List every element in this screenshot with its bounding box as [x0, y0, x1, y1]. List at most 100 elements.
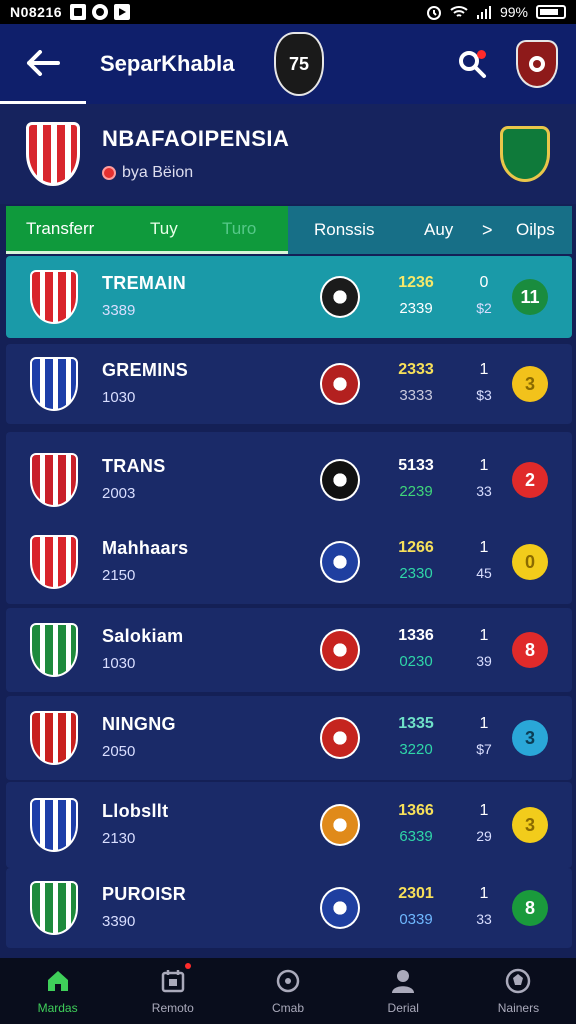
list-item[interactable]: NINGNG 2050 1335 3220 1 $7 3	[6, 696, 572, 780]
nav-item-target[interactable]: Cmab	[230, 958, 345, 1024]
tab-transfer[interactable]: Transferr	[26, 219, 150, 239]
score-top: 1236	[398, 274, 434, 291]
club-name: Llobsllt	[102, 801, 169, 821]
nav-item-ball[interactable]: Nainers	[461, 958, 576, 1024]
club-badge-icon	[529, 56, 545, 72]
club-value: 2003	[102, 485, 136, 502]
team-crest-logo: 75	[274, 32, 324, 96]
search-button[interactable]	[452, 44, 492, 84]
league-info: NBAFAOIPENSIA bya Bëion	[102, 126, 289, 182]
rank-badge: 0	[512, 544, 548, 580]
opponent-crest-icon	[320, 887, 360, 929]
club-info: Salokiam 1030	[102, 626, 183, 672]
tab-ronssis[interactable]: Ronssis	[314, 220, 424, 240]
club-info: Llobsllt 2130	[102, 801, 168, 847]
score-column: 5133 2239	[390, 457, 442, 500]
calendar-icon	[159, 963, 191, 995]
stat-top: 1	[479, 802, 489, 819]
status-bar: N08216 99%	[0, 0, 576, 24]
club-name: TREMAIN	[102, 273, 187, 293]
country-flag-icon	[102, 166, 116, 180]
league-header: NBAFAOIPENSIA bya Bëion	[0, 104, 576, 204]
club-value: 2050	[102, 743, 136, 760]
list-item[interactable]: TREMAIN 3389 1236 2339 0 $2 11	[6, 256, 572, 338]
sync-icon	[92, 4, 109, 20]
tab-oilps[interactable]: Oilps	[516, 220, 555, 240]
score-bottom: 3333	[399, 387, 433, 404]
score-bottom: 6339	[399, 828, 433, 845]
club-crest-icon	[30, 357, 78, 411]
alarm-icon	[426, 6, 441, 20]
tab-scroll-chevron-icon[interactable]: >	[482, 220, 516, 241]
stat-top: 0	[479, 274, 489, 291]
stat-column: 0 $2	[464, 274, 504, 316]
list-item[interactable]: Salokiam 1030 1336 0230 1 39 8	[6, 608, 572, 692]
list-item[interactable]: GREMINS 1030 2333 3333 1 $3 3	[6, 344, 572, 424]
stat-bottom: $3	[476, 387, 492, 403]
score-top: 5133	[398, 457, 434, 474]
stat-column: 1 33	[464, 885, 504, 927]
club-crest-icon	[30, 798, 78, 852]
stat-top: 1	[479, 627, 489, 644]
stat-bottom: 29	[476, 828, 492, 844]
score-column: 1366 6339	[390, 802, 442, 845]
tab-bar: Transferr Tuy Turo Ronssis Auy > Oilps	[6, 206, 572, 254]
list-item[interactable]: TRANS 2003 5133 2239 1 33 2	[6, 432, 572, 528]
nav-label: Cmab	[272, 1001, 305, 1015]
league-subtitle-text: bya Bëion	[122, 164, 194, 181]
stat-column: 1 $3	[464, 361, 504, 403]
club-info: GREMINS 1030	[102, 360, 188, 406]
club-value: 1030	[102, 655, 136, 672]
list-item[interactable]: PUROISR 3390 2301 0339 1 33 8	[6, 868, 572, 948]
rank-badge: 3	[512, 366, 548, 402]
stat-bottom: $2	[476, 300, 492, 316]
club-crest-icon	[30, 711, 78, 765]
list-item[interactable]: Llobsllt 2130 1366 6339 1 29 3	[6, 782, 572, 868]
club-name: NINGNG	[102, 714, 176, 734]
club-name: PUROISR	[102, 884, 187, 904]
score-column: 2301 0339	[390, 885, 442, 928]
club-crest-icon	[30, 535, 78, 589]
score-top: 1335	[398, 715, 434, 732]
list-item[interactable]: Mahhaars 2150 1266 2330 1 45 0	[6, 520, 572, 604]
score-bottom: 2330	[399, 565, 433, 582]
rank-badge: 8	[512, 632, 548, 668]
rank-badge: 2	[512, 462, 548, 498]
tab-auy[interactable]: Auy	[424, 220, 482, 240]
league-subtitle: bya Bëion	[102, 164, 289, 182]
rank-badge: 8	[512, 890, 548, 926]
stat-column: 1 $7	[464, 715, 504, 757]
stat-top: 1	[479, 361, 489, 378]
profile-crest-button[interactable]	[516, 40, 558, 88]
nav-item-home[interactable]: Mardas	[0, 958, 115, 1024]
score-bottom: 0230	[399, 653, 433, 670]
person-icon	[389, 967, 417, 995]
team-crest-text: 75	[288, 53, 310, 74]
score-bottom: 2239	[399, 483, 433, 500]
stat-bottom: 39	[476, 653, 492, 669]
stat-top: 1	[479, 885, 489, 902]
nav-label: Derial	[387, 1001, 419, 1015]
stat-column: 1 29	[464, 802, 504, 844]
bottom-navigation: Mardas Remoto Cmab Derial Nainers	[0, 958, 576, 1024]
nav-item-calendar[interactable]: Remoto	[115, 958, 230, 1024]
league-emblem-icon[interactable]	[500, 126, 550, 182]
battery-icon	[536, 5, 566, 19]
media-icon	[114, 4, 131, 20]
opponent-crest-icon	[320, 363, 360, 405]
stat-bottom: 33	[476, 483, 492, 499]
tab-turo[interactable]: Turo	[222, 219, 256, 239]
ball-icon	[504, 967, 532, 995]
back-button[interactable]	[0, 24, 86, 104]
tab-buy[interactable]: Tuy	[150, 219, 222, 239]
nav-item-person[interactable]: Derial	[346, 958, 461, 1024]
club-info: Mahhaars 2150	[102, 538, 188, 584]
score-column: 1335 3220	[390, 715, 442, 758]
club-crest-icon	[30, 881, 78, 935]
nav-label: Remoto	[151, 1001, 194, 1015]
target-icon	[274, 967, 302, 995]
club-value: 2150	[102, 567, 136, 584]
club-value: 3389	[102, 302, 136, 319]
club-crest-icon	[30, 453, 78, 507]
stat-bottom: 33	[476, 911, 492, 927]
